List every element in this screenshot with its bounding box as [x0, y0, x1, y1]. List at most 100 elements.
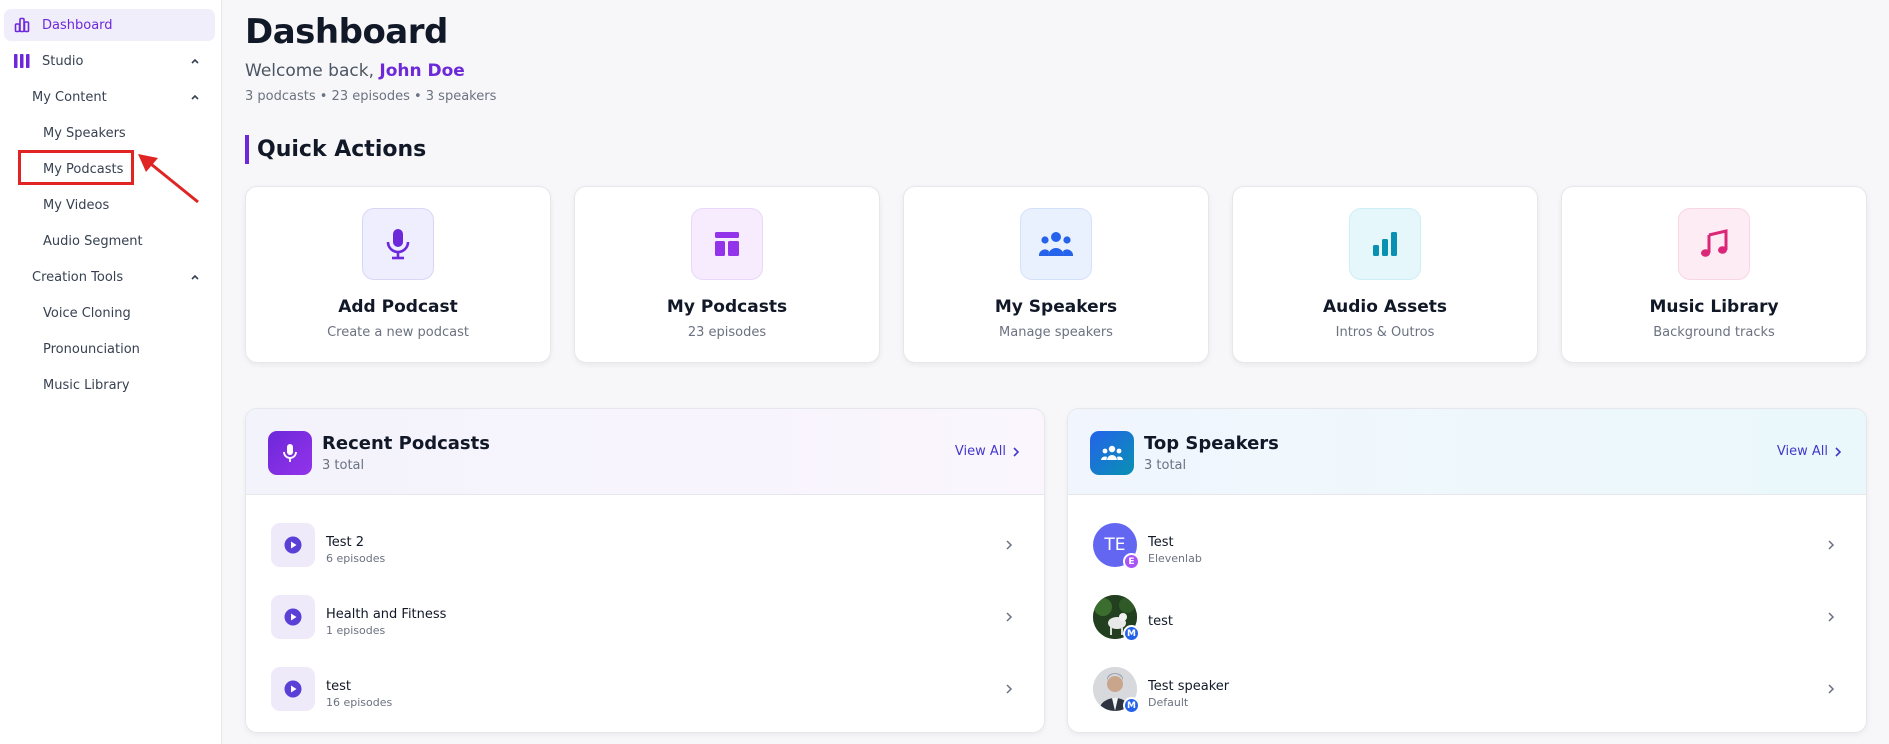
play-icon: [271, 667, 315, 711]
speaker-row[interactable]: TE E Test Elevenlab: [1068, 509, 1866, 581]
chevron-right-icon: [1828, 684, 1835, 694]
podcast-row[interactable]: Health and Fitness 1 episodes: [246, 581, 1044, 653]
main-content: Dashboard Welcome back, John Doe 3 podca…: [223, 0, 1889, 744]
view-all-label: View All: [954, 444, 1006, 459]
card-title: Add Podcast: [338, 297, 458, 317]
quick-action-my-podcasts[interactable]: My Podcasts 23 episodes: [574, 186, 880, 363]
view-all-speakers-link[interactable]: View All: [1777, 444, 1842, 459]
chevron-up-icon: [191, 94, 199, 100]
speaker-name: Test speaker: [1148, 679, 1230, 694]
studio-icon: [12, 51, 32, 71]
sidebar-item-music-library[interactable]: Music Library: [43, 370, 215, 400]
chevron-right-icon: [1006, 684, 1013, 694]
speaker-row[interactable]: M test: [1068, 581, 1866, 653]
chevron-right-icon: [1006, 540, 1013, 550]
annotation-highlight-box: [18, 150, 134, 185]
panel-title: Recent Podcasts: [322, 433, 490, 454]
panel-title: Top Speakers: [1144, 433, 1279, 454]
quick-action-my-speakers[interactable]: My Speakers Manage speakers: [903, 186, 1209, 363]
podcast-episodes: 6 episodes: [326, 552, 386, 565]
microphone-icon: [362, 208, 434, 280]
sidebar-item-my-speakers[interactable]: My Speakers: [43, 118, 215, 148]
layout-icon: [691, 208, 763, 280]
play-icon: [271, 595, 315, 639]
microphone-icon: [268, 431, 312, 475]
sidebar-item-label: Pronounciation: [43, 341, 140, 357]
sidebar-item-voice-cloning[interactable]: Voice Cloning: [43, 298, 215, 328]
sidebar-item-label: Creation Tools: [32, 269, 124, 285]
top-speakers-panel: Top Speakers 3 total View All TE E Test …: [1067, 408, 1867, 733]
bar-chart-icon: [1349, 208, 1421, 280]
play-icon: [271, 523, 315, 567]
card-subtitle: Background tracks: [1653, 325, 1775, 340]
card-subtitle: Manage speakers: [999, 325, 1113, 340]
sidebar-item-label: Voice Cloning: [43, 305, 131, 321]
speaker-provider: Elevenlab: [1148, 552, 1202, 565]
chevron-right-icon: [1828, 612, 1835, 622]
quick-actions-heading: Quick Actions: [245, 135, 426, 164]
chevron-up-icon: [191, 274, 199, 280]
card-subtitle: 23 episodes: [687, 325, 767, 340]
panel-subtitle: 3 total: [1144, 458, 1187, 473]
page-title: Dashboard: [245, 12, 448, 52]
card-title: Audio Assets: [1322, 297, 1448, 317]
stats-summary: 3 podcasts • 23 episodes • 3 speakers: [245, 89, 497, 104]
podcast-title: Test 2: [326, 535, 365, 550]
provider-badge: M: [1123, 697, 1140, 714]
users-icon: [1020, 208, 1092, 280]
card-title: My Speakers: [994, 297, 1118, 317]
sidebar-item-label: My Content: [32, 89, 107, 105]
sidebar-item-label: My Videos: [43, 197, 110, 213]
sidebar-item-dashboard[interactable]: Dashboard: [4, 9, 215, 41]
speaker-row[interactable]: M Test speaker Default: [1068, 653, 1866, 725]
podcast-row[interactable]: test 16 episodes: [246, 653, 1044, 725]
quick-action-audio-assets[interactable]: Audio Assets Intros & Outros: [1232, 186, 1538, 363]
panel-subtitle: 3 total: [322, 458, 365, 473]
section-title: Quick Actions: [257, 137, 427, 162]
podcast-episodes: 1 episodes: [326, 624, 386, 637]
chevron-right-icon: [1006, 612, 1013, 622]
provider-badge: E: [1123, 553, 1140, 570]
chevron-up-icon: [191, 58, 199, 64]
avatar-initials: TE: [1104, 535, 1126, 555]
card-title: Music Library: [1649, 297, 1779, 317]
sidebar: Dashboard Studio My Content My Speakers …: [0, 0, 222, 744]
speaker-provider: Default: [1148, 696, 1189, 709]
sidebar-item-label: Dashboard: [42, 17, 113, 33]
view-all-podcasts-link[interactable]: View All: [955, 444, 1020, 459]
podcast-row[interactable]: Test 2 6 episodes: [246, 509, 1044, 581]
welcome-message: Welcome back, John Doe: [245, 61, 465, 81]
chart-icon: [12, 15, 32, 35]
quick-action-music-library[interactable]: Music Library Background tracks: [1561, 186, 1867, 363]
podcast-title: test: [326, 679, 351, 694]
annotation-arrow-icon: [138, 154, 199, 204]
sidebar-item-label: Audio Segment: [43, 233, 143, 249]
chevron-right-icon: [1835, 446, 1842, 457]
sidebar-item-audio-segment[interactable]: Audio Segment: [43, 226, 215, 256]
provider-badge: M: [1123, 625, 1140, 642]
music-note-icon: [1678, 208, 1750, 280]
user-name: John Doe: [379, 61, 465, 81]
chevron-right-icon: [1013, 446, 1020, 457]
podcast-episodes: 16 episodes: [326, 696, 393, 709]
welcome-prefix: Welcome back,: [245, 61, 374, 81]
recent-podcasts-panel: Recent Podcasts 3 total View All Test 2 …: [245, 408, 1045, 733]
chevron-right-icon: [1828, 540, 1835, 550]
quick-action-add-podcast[interactable]: Add Podcast Create a new podcast: [245, 186, 551, 363]
speaker-name: Test: [1148, 535, 1174, 550]
panel-header: Recent Podcasts 3 total View All: [246, 409, 1044, 495]
podcast-title: Health and Fitness: [326, 607, 447, 622]
sidebar-item-creation-tools[interactable]: Creation Tools: [32, 262, 215, 292]
sidebar-item-studio[interactable]: Studio: [4, 46, 215, 76]
card-subtitle: Intros & Outros: [1335, 325, 1435, 340]
card-subtitle: Create a new podcast: [327, 325, 469, 340]
sidebar-item-my-content[interactable]: My Content: [32, 82, 215, 112]
sidebar-item-pronounciation[interactable]: Pronounciation: [43, 334, 215, 364]
view-all-label: View All: [1776, 444, 1828, 459]
users-icon: [1090, 431, 1134, 475]
panel-header: Top Speakers 3 total View All: [1068, 409, 1866, 495]
speaker-name: test: [1148, 614, 1173, 629]
sidebar-item-label: Studio: [42, 53, 84, 69]
card-title: My Podcasts: [666, 297, 788, 317]
sidebar-item-label: My Speakers: [43, 125, 126, 141]
